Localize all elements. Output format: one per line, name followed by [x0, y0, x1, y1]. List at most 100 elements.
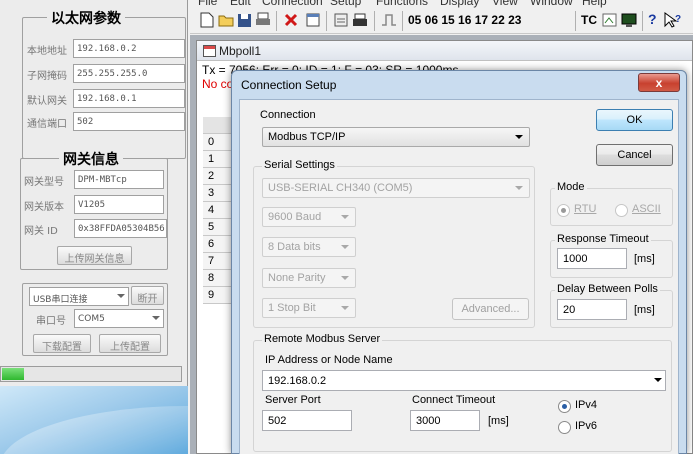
- communication-icon[interactable]: [602, 12, 618, 30]
- toolbar-separator: [326, 11, 327, 31]
- response-timeout-input[interactable]: 1000: [557, 248, 627, 269]
- serial-port-value: USB-SERIAL CH340 (COM5): [268, 182, 413, 194]
- cancel-button[interactable]: Cancel: [596, 144, 673, 166]
- chevron-down-icon: [341, 245, 349, 249]
- ipv6-radio[interactable]: IPv6: [558, 420, 597, 434]
- toolbar-separator: [276, 11, 277, 31]
- default-gateway-row: 默认网关 192.168.0.1: [27, 89, 185, 109]
- toolbar-separator: [374, 11, 375, 31]
- delete-icon[interactable]: [283, 12, 299, 30]
- open-folder-icon[interactable]: [218, 12, 234, 30]
- upload-gateway-info-button[interactable]: 上传网关信息: [57, 246, 132, 265]
- gateway-id-field: 0x38FFDA05304B56: [74, 219, 167, 238]
- menu-edit[interactable]: Edit: [230, 0, 251, 8]
- read-icon[interactable]: [333, 12, 349, 30]
- menu-functions[interactable]: Functions: [376, 0, 428, 8]
- function-codes-strip[interactable]: 05 06 15 16 17 22 23: [408, 13, 521, 31]
- chevron-down-icon: [515, 135, 523, 139]
- local-address-row: 本地地址 192.168.0.2: [27, 39, 185, 59]
- download-config-button[interactable]: 下载配置: [33, 334, 91, 353]
- default-gateway-label: 默认网关: [27, 96, 67, 107]
- disconnect-button[interactable]: 断开: [131, 286, 164, 305]
- menu-file[interactable]: File: [198, 0, 217, 8]
- delay-between-polls-input[interactable]: 20: [557, 299, 627, 320]
- menu-setup[interactable]: Setup: [330, 0, 361, 8]
- close-icon: x: [655, 76, 663, 90]
- connection-type-select[interactable]: USB串口连接: [29, 287, 129, 306]
- config-tool-panel: 以太网参数 本地地址 192.168.0.2 子网掩码 255.255.255.…: [0, 0, 188, 454]
- gateway-id-label: 网关 ID: [24, 226, 58, 237]
- chevron-down-icon: [152, 316, 160, 320]
- chevron-down-icon: [515, 186, 523, 190]
- local-address-label: 本地地址: [27, 46, 67, 57]
- mode-ascii-radio[interactable]: ASCII: [615, 203, 661, 217]
- stop-bits-value: 1 Stop Bit: [268, 302, 316, 314]
- mode-rtu-radio[interactable]: RTU: [557, 203, 596, 217]
- ipv4-radio[interactable]: IPv4: [558, 399, 598, 413]
- connection-type-dropdown[interactable]: Modbus TCP/IP: [262, 127, 530, 147]
- help-icon[interactable]: ?: [648, 11, 657, 29]
- comm-port-field[interactable]: 502: [73, 112, 185, 131]
- local-address-field[interactable]: 192.168.0.2: [73, 39, 185, 58]
- print-icon[interactable]: [255, 12, 271, 30]
- delay-between-polls-label: Delay Between Polls: [555, 283, 660, 295]
- printer-icon[interactable]: [352, 12, 368, 30]
- stop-bits-dropdown[interactable]: 1 Stop Bit: [262, 298, 356, 318]
- connect-timeout-input[interactable]: 3000: [410, 410, 480, 431]
- toolbar: 05 06 15 16 17 22 23 TC ? ?: [190, 8, 693, 34]
- menu-view[interactable]: View: [492, 0, 518, 8]
- ip-address-combo[interactable]: 192.168.0.2: [262, 370, 666, 391]
- comm-port-label: 通信端口: [27, 119, 67, 130]
- menu-help[interactable]: Help: [582, 0, 607, 8]
- serial-settings-label: Serial Settings: [262, 159, 337, 171]
- window-icon[interactable]: [306, 12, 320, 30]
- pulse-icon[interactable]: [381, 12, 397, 30]
- serial-port-dropdown[interactable]: USB-SERIAL CH340 (COM5): [262, 178, 530, 198]
- chevron-down-icon: [341, 215, 349, 219]
- toolbar-separator: [402, 11, 403, 31]
- gateway-model-label: 网关型号: [24, 177, 64, 188]
- delay-between-polls-unit: [ms]: [634, 304, 655, 316]
- chevron-down-icon: [654, 378, 662, 382]
- menu-window[interactable]: Window: [530, 0, 573, 8]
- server-port-input[interactable]: 502: [262, 410, 352, 431]
- baud-rate-value: 9600 Baud: [268, 211, 322, 223]
- default-gateway-field[interactable]: 192.168.0.1: [73, 89, 185, 108]
- tc-label[interactable]: TC: [581, 13, 597, 31]
- subnet-mask-field[interactable]: 255.255.255.0: [73, 64, 185, 83]
- data-bits-dropdown[interactable]: 8 Data bits: [262, 237, 356, 257]
- progress-fill: [2, 368, 24, 380]
- child-window-titlebar[interactable]: Mbpoll1: [197, 41, 692, 61]
- context-help-icon[interactable]: ?: [664, 12, 682, 30]
- menu-display[interactable]: Display: [440, 0, 479, 8]
- response-timeout-label: Response Timeout: [555, 233, 651, 245]
- advanced-button[interactable]: Advanced...: [452, 298, 529, 320]
- ok-button[interactable]: OK: [596, 109, 673, 131]
- menu-connection[interactable]: Connection: [262, 0, 323, 8]
- dialog-body: Connection Modbus TCP/IP OK Cancel Seria…: [239, 99, 679, 454]
- toolbar-separator: [575, 11, 576, 31]
- mode-label: Mode: [555, 181, 587, 193]
- serial-port-select[interactable]: COM5: [74, 309, 164, 328]
- window-icon: [203, 45, 216, 57]
- monitor-icon[interactable]: [621, 12, 637, 30]
- new-file-icon[interactable]: [200, 12, 214, 30]
- baud-rate-dropdown[interactable]: 9600 Baud: [262, 207, 356, 227]
- save-icon[interactable]: [237, 12, 252, 30]
- desktop-swoosh: [0, 406, 188, 454]
- parity-dropdown[interactable]: None Parity: [262, 268, 356, 288]
- progress-bar: [0, 366, 182, 382]
- chevron-down-icon: [117, 294, 125, 298]
- comm-port-row: 通信端口 502: [27, 112, 185, 132]
- connection-setup-dialog: Connection Setup x Connection Modbus TCP…: [231, 70, 687, 454]
- connection-type-value: Modbus TCP/IP: [268, 131, 346, 143]
- subnet-mask-label: 子网掩码: [27, 71, 67, 82]
- ip-address-label: IP Address or Node Name: [265, 354, 393, 366]
- upload-config-button[interactable]: 上传配置: [99, 334, 161, 353]
- data-bits-value: 8 Data bits: [268, 241, 321, 253]
- svg-text:?: ?: [675, 14, 681, 25]
- parity-value: None Parity: [268, 272, 326, 284]
- close-button[interactable]: x: [638, 73, 680, 92]
- gateway-version-field: V1205: [74, 195, 164, 214]
- ipv4-label: IPv4: [575, 399, 598, 411]
